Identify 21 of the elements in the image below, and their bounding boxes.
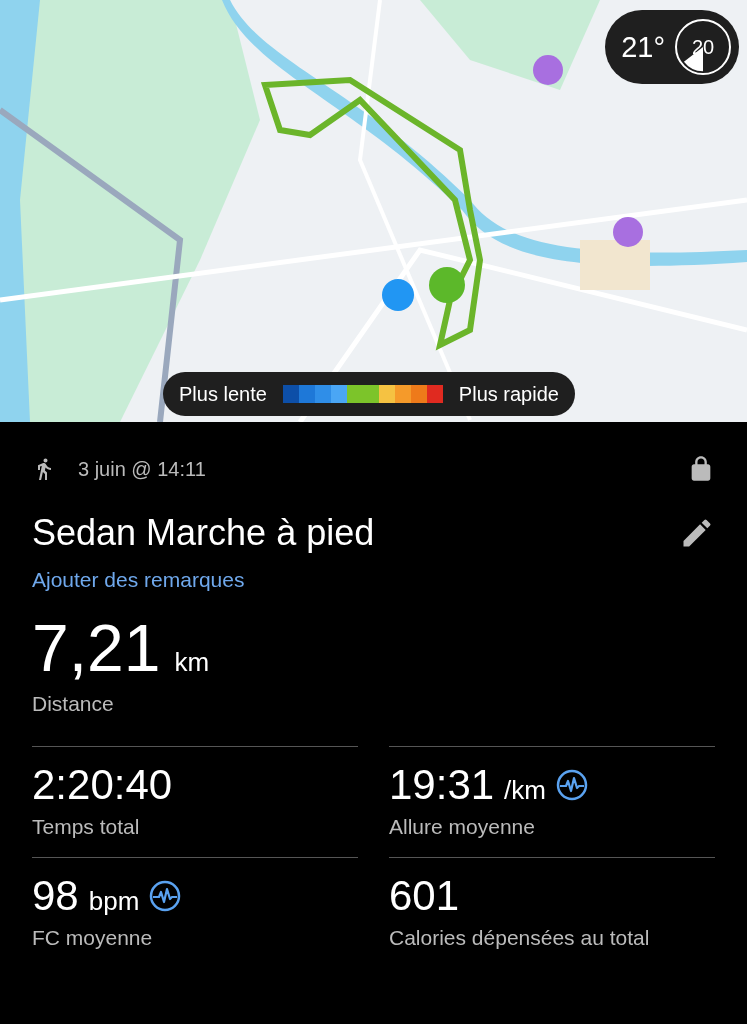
- activity-title: Sedan Marche à pied: [32, 512, 375, 554]
- legend-label: Plus lente: [179, 382, 267, 406]
- stat-value: 98: [32, 872, 79, 920]
- stat-value: 19:31: [389, 761, 495, 809]
- stat-label: Calories dépensées au total: [389, 926, 651, 950]
- stat-label: FC moyenne: [32, 926, 154, 950]
- stat-unit: /km: [504, 775, 546, 806]
- stat-label: Distance: [32, 692, 115, 716]
- stat-value: 2:20:40: [32, 761, 173, 809]
- stat-unit: bpm: [88, 886, 140, 917]
- stat-value: 601: [389, 872, 460, 920]
- stat-label: Allure moyenne: [389, 815, 536, 839]
- add-notes-link[interactable]: Ajouter des remarques: [32, 568, 245, 592]
- activity-date: 3 juin @ 14:11: [78, 457, 207, 481]
- distance-value: 7,21: [32, 610, 161, 686]
- heart-rate-icon[interactable]: [556, 769, 588, 801]
- heart-rate-icon[interactable]: [149, 880, 182, 912]
- legend-label: Plus rapide: [458, 382, 559, 406]
- temperature-text: 21°: [621, 30, 665, 64]
- distance-unit: km: [174, 647, 210, 678]
- stat-label: Temps total: [32, 815, 141, 839]
